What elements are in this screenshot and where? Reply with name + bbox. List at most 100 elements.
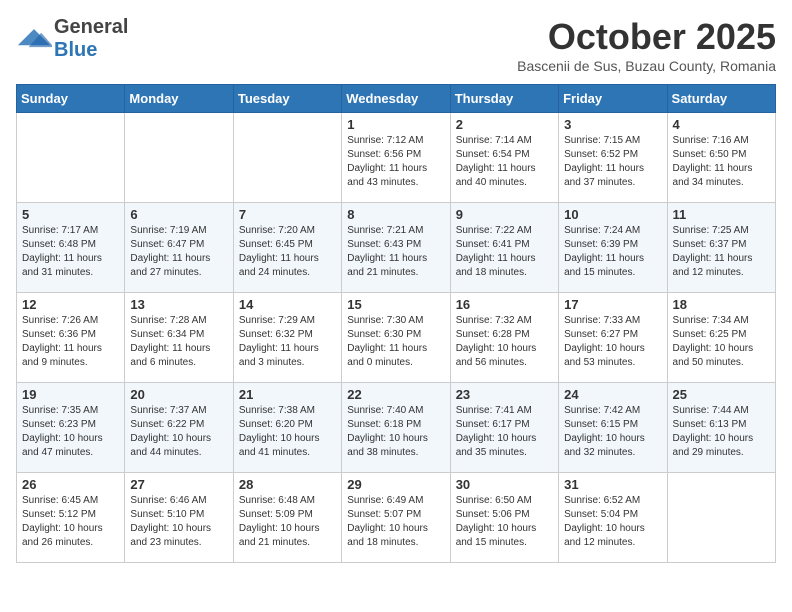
day-info: Sunrise: 7:20 AM Sunset: 6:45 PM Dayligh… bbox=[239, 224, 336, 280]
day-info: Sunrise: 7:41 AM Sunset: 6:17 PM Dayligh… bbox=[456, 404, 553, 460]
day-number: 20 bbox=[130, 387, 227, 402]
day-number: 14 bbox=[239, 297, 336, 312]
month-title: October 2025 bbox=[517, 16, 776, 58]
title-section: October 2025 Bascenii de Sus, Buzau Coun… bbox=[517, 16, 776, 74]
day-number: 1 bbox=[347, 117, 444, 132]
day-number: 7 bbox=[239, 207, 336, 222]
day-info: Sunrise: 7:15 AM Sunset: 6:52 PM Dayligh… bbox=[564, 134, 661, 190]
day-number: 19 bbox=[22, 387, 119, 402]
logo-blue: Blue bbox=[54, 39, 97, 61]
day-info: Sunrise: 7:33 AM Sunset: 6:27 PM Dayligh… bbox=[564, 314, 661, 370]
day-number: 23 bbox=[456, 387, 553, 402]
day-number: 11 bbox=[673, 207, 770, 222]
calendar-cell: 15 Sunrise: 7:30 AM Sunset: 6:30 PM Dayli… bbox=[342, 293, 450, 383]
col-saturday: Saturday bbox=[667, 85, 775, 113]
day-info: Sunrise: 7:35 AM Sunset: 6:23 PM Dayligh… bbox=[22, 404, 119, 460]
col-tuesday: Tuesday bbox=[233, 85, 341, 113]
day-number: 26 bbox=[22, 477, 119, 492]
day-number: 25 bbox=[673, 387, 770, 402]
day-info: Sunrise: 7:32 AM Sunset: 6:28 PM Dayligh… bbox=[456, 314, 553, 370]
calendar-cell bbox=[125, 113, 233, 203]
day-info: Sunrise: 7:30 AM Sunset: 6:30 PM Dayligh… bbox=[347, 314, 444, 370]
day-info: Sunrise: 7:34 AM Sunset: 6:25 PM Dayligh… bbox=[673, 314, 770, 370]
day-info: Sunrise: 7:29 AM Sunset: 6:32 PM Dayligh… bbox=[239, 314, 336, 370]
calendar-week-3: 12 Sunrise: 7:26 AM Sunset: 6:36 PM Dayli… bbox=[17, 293, 776, 383]
calendar-week-5: 26 Sunrise: 6:45 AM Sunset: 5:12 PM Dayli… bbox=[17, 473, 776, 563]
day-number: 17 bbox=[564, 297, 661, 312]
calendar-week-4: 19 Sunrise: 7:35 AM Sunset: 6:23 PM Dayli… bbox=[17, 383, 776, 473]
calendar-cell: 27 Sunrise: 6:46 AM Sunset: 5:10 PM Dayli… bbox=[125, 473, 233, 563]
calendar-table: Sunday Monday Tuesday Wednesday Thursday… bbox=[16, 84, 776, 563]
calendar-cell: 22 Sunrise: 7:40 AM Sunset: 6:18 PM Dayli… bbox=[342, 383, 450, 473]
day-number: 4 bbox=[673, 117, 770, 132]
day-info: Sunrise: 7:44 AM Sunset: 6:13 PM Dayligh… bbox=[673, 404, 770, 460]
logo-icon bbox=[16, 27, 52, 51]
day-info: Sunrise: 7:19 AM Sunset: 6:47 PM Dayligh… bbox=[130, 224, 227, 280]
calendar-cell: 2 Sunrise: 7:14 AM Sunset: 6:54 PM Daylig… bbox=[450, 113, 558, 203]
logo-general: General bbox=[54, 16, 128, 38]
calendar-cell: 5Sunrise: 7:17 AM Sunset: 6:48 PM Daylig… bbox=[17, 203, 125, 293]
calendar-cell: 9 Sunrise: 7:22 AM Sunset: 6:41 PM Daylig… bbox=[450, 203, 558, 293]
calendar-cell: 17 Sunrise: 7:33 AM Sunset: 6:27 PM Dayli… bbox=[559, 293, 667, 383]
day-number: 9 bbox=[456, 207, 553, 222]
day-number: 31 bbox=[564, 477, 661, 492]
logo: General Blue bbox=[16, 16, 128, 62]
col-thursday: Thursday bbox=[450, 85, 558, 113]
calendar-cell: 10Sunrise: 7:24 AM Sunset: 6:39 PM Dayli… bbox=[559, 203, 667, 293]
calendar-cell bbox=[667, 473, 775, 563]
day-info: Sunrise: 6:50 AM Sunset: 5:06 PM Dayligh… bbox=[456, 494, 553, 550]
day-number: 15 bbox=[347, 297, 444, 312]
day-info: Sunrise: 7:28 AM Sunset: 6:34 PM Dayligh… bbox=[130, 314, 227, 370]
day-info: Sunrise: 6:45 AM Sunset: 5:12 PM Dayligh… bbox=[22, 494, 119, 550]
calendar-cell bbox=[17, 113, 125, 203]
calendar-cell: 14 Sunrise: 7:29 AM Sunset: 6:32 PM Dayli… bbox=[233, 293, 341, 383]
day-info: Sunrise: 7:38 AM Sunset: 6:20 PM Dayligh… bbox=[239, 404, 336, 460]
calendar-cell bbox=[233, 113, 341, 203]
calendar-cell: 20 Sunrise: 7:37 AM Sunset: 6:22 PM Dayli… bbox=[125, 383, 233, 473]
calendar-week-2: 5Sunrise: 7:17 AM Sunset: 6:48 PM Daylig… bbox=[17, 203, 776, 293]
day-info: Sunrise: 7:22 AM Sunset: 6:41 PM Dayligh… bbox=[456, 224, 553, 280]
calendar-cell: 4 Sunrise: 7:16 AM Sunset: 6:50 PM Daylig… bbox=[667, 113, 775, 203]
col-sunday: Sunday bbox=[17, 85, 125, 113]
calendar-cell: 3 Sunrise: 7:15 AM Sunset: 6:52 PM Daylig… bbox=[559, 113, 667, 203]
day-number: 2 bbox=[456, 117, 553, 132]
calendar-cell: 1Sunrise: 7:12 AM Sunset: 6:56 PM Daylig… bbox=[342, 113, 450, 203]
calendar-cell: 7 Sunrise: 7:20 AM Sunset: 6:45 PM Daylig… bbox=[233, 203, 341, 293]
calendar-cell: 19 Sunrise: 7:35 AM Sunset: 6:23 PM Dayli… bbox=[17, 383, 125, 473]
calendar-cell: 30Sunrise: 6:50 AM Sunset: 5:06 PM Dayli… bbox=[450, 473, 558, 563]
calendar-cell: 11 Sunrise: 7:25 AM Sunset: 6:37 PM Dayli… bbox=[667, 203, 775, 293]
calendar-cell: 26 Sunrise: 6:45 AM Sunset: 5:12 PM Dayli… bbox=[17, 473, 125, 563]
day-info: Sunrise: 6:49 AM Sunset: 5:07 PM Dayligh… bbox=[347, 494, 444, 550]
col-wednesday: Wednesday bbox=[342, 85, 450, 113]
calendar-cell: 18 Sunrise: 7:34 AM Sunset: 6:25 PM Dayli… bbox=[667, 293, 775, 383]
day-number: 6 bbox=[130, 207, 227, 222]
calendar-header-row: Sunday Monday Tuesday Wednesday Thursday… bbox=[17, 85, 776, 113]
calendar-cell: 13Sunrise: 7:28 AM Sunset: 6:34 PM Dayli… bbox=[125, 293, 233, 383]
day-number: 27 bbox=[130, 477, 227, 492]
calendar-cell: 24Sunrise: 7:42 AM Sunset: 6:15 PM Dayli… bbox=[559, 383, 667, 473]
calendar-cell: 21Sunrise: 7:38 AM Sunset: 6:20 PM Dayli… bbox=[233, 383, 341, 473]
day-number: 18 bbox=[673, 297, 770, 312]
day-number: 22 bbox=[347, 387, 444, 402]
day-info: Sunrise: 7:14 AM Sunset: 6:54 PM Dayligh… bbox=[456, 134, 553, 190]
day-number: 3 bbox=[564, 117, 661, 132]
calendar-cell: 23 Sunrise: 7:41 AM Sunset: 6:17 PM Dayli… bbox=[450, 383, 558, 473]
day-info: Sunrise: 7:26 AM Sunset: 6:36 PM Dayligh… bbox=[22, 314, 119, 370]
day-info: Sunrise: 6:46 AM Sunset: 5:10 PM Dayligh… bbox=[130, 494, 227, 550]
day-info: Sunrise: 7:37 AM Sunset: 6:22 PM Dayligh… bbox=[130, 404, 227, 460]
day-info: Sunrise: 6:48 AM Sunset: 5:09 PM Dayligh… bbox=[239, 494, 336, 550]
day-number: 12 bbox=[22, 297, 119, 312]
day-number: 29 bbox=[347, 477, 444, 492]
day-number: 10 bbox=[564, 207, 661, 222]
col-monday: Monday bbox=[125, 85, 233, 113]
calendar-cell: 29 Sunrise: 6:49 AM Sunset: 5:07 PM Dayli… bbox=[342, 473, 450, 563]
day-number: 28 bbox=[239, 477, 336, 492]
day-info: Sunrise: 7:21 AM Sunset: 6:43 PM Dayligh… bbox=[347, 224, 444, 280]
calendar-week-1: 1Sunrise: 7:12 AM Sunset: 6:56 PM Daylig… bbox=[17, 113, 776, 203]
day-number: 5 bbox=[22, 207, 119, 222]
calendar-cell: 28 Sunrise: 6:48 AM Sunset: 5:09 PM Dayli… bbox=[233, 473, 341, 563]
day-info: Sunrise: 7:16 AM Sunset: 6:50 PM Dayligh… bbox=[673, 134, 770, 190]
day-info: Sunrise: 7:40 AM Sunset: 6:18 PM Dayligh… bbox=[347, 404, 444, 460]
calendar-cell: 25 Sunrise: 7:44 AM Sunset: 6:13 PM Dayli… bbox=[667, 383, 775, 473]
day-info: Sunrise: 7:25 AM Sunset: 6:37 PM Dayligh… bbox=[673, 224, 770, 280]
